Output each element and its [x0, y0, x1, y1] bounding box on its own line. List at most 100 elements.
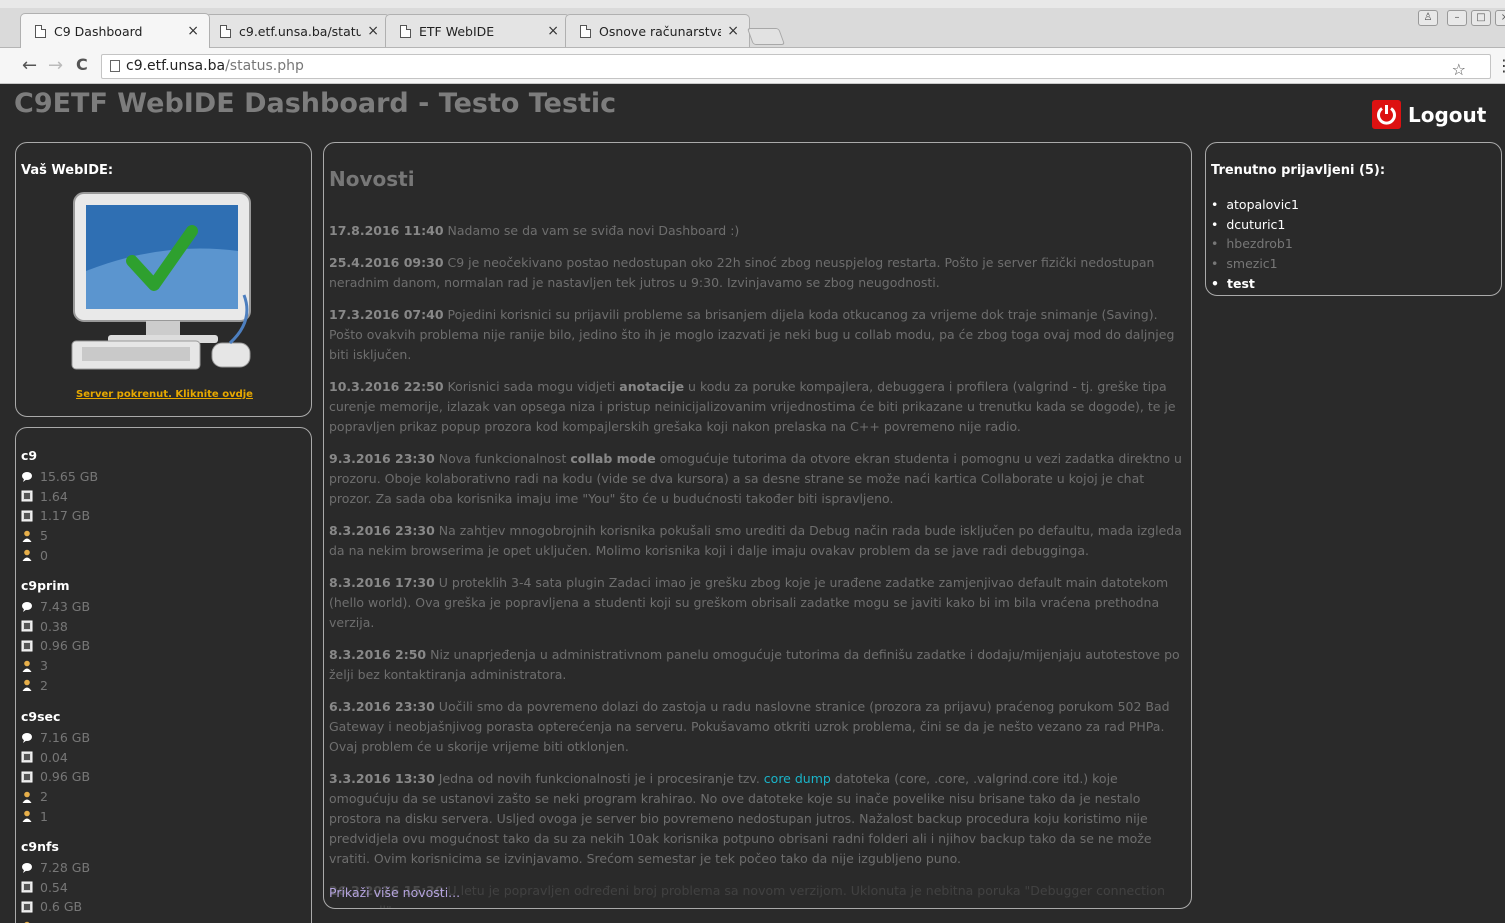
stat-value: 15.65 GB [40, 469, 99, 485]
news-date: 6.3.2016 23:30 [329, 699, 435, 714]
server-stat-mem: 0.96 GB [21, 767, 90, 787]
cpu-icon [21, 490, 33, 502]
memory-icon [21, 510, 33, 522]
close-icon[interactable]: × [187, 23, 199, 39]
stat-value: 7.28 GB [40, 860, 91, 876]
news-list: 17.8.2016 11:40 Nadamo se da vam se sviđ… [329, 221, 1189, 908]
server-stat-disk: 7.43 GB [21, 597, 90, 617]
news-item: 25.4.2016 09:30 C9 je neočekivano postao… [329, 253, 1189, 293]
logout-label: Logout [1408, 102, 1487, 127]
news-date: 25.4.2016 09:30 [329, 255, 444, 270]
stat-value: 2 [40, 789, 48, 805]
minimize-button[interactable]: – [1447, 10, 1467, 26]
online-user[interactable]: test [1211, 273, 1299, 293]
close-icon[interactable]: × [367, 23, 379, 39]
stat-value: 0 [40, 547, 48, 563]
close-window-button[interactable]: × [1495, 10, 1505, 26]
online-users-list: atopalovic1dcuturic1hbezdrob1smezic1test [1211, 195, 1299, 293]
reload-icon[interactable]: C [76, 55, 88, 74]
online-user[interactable]: atopalovic1 [1211, 195, 1299, 215]
tab-2[interactable]: c9.etf.unsa.ba/status. × [205, 14, 390, 47]
browser-menu-icon[interactable]: ⋮ [1496, 56, 1505, 75]
news-text: Na zahtjev mnogobrojnih korisnika pokuša… [329, 523, 1182, 558]
news-item: 8.3.2016 23:30 Na zahtjev mnogobrojnih k… [329, 521, 1189, 561]
cpu-icon [21, 881, 33, 893]
server-stat-users-b: 1 [21, 806, 90, 826]
tab-4[interactable]: Osnove računarstva × [565, 14, 750, 47]
stat-value: 1.64 [40, 488, 68, 504]
stat-value: 3 [40, 658, 48, 674]
server-name: c9prim [21, 578, 70, 593]
news-date: 17.8.2016 11:40 [329, 223, 444, 238]
user-icon [22, 791, 32, 803]
browser-chrome: C9 Dashboard × c9.etf.unsa.ba/status. × ETF … [0, 0, 1505, 84]
news-panel: Novosti 17.8.2016 11:40 Nadamo se da vam… [323, 142, 1192, 909]
stat-value: 1.17 GB [40, 508, 91, 524]
news-item: 8.3.2016 17:30 U proteklih 3-4 sata plug… [329, 573, 1189, 633]
news-text: Niz unaprjeđenja u administrativnom pane… [329, 647, 1180, 682]
page-icon [580, 24, 591, 38]
server-stats-panel: c9 15.65 GB 1.64 1.17 GB 5 0 c9prim 7.43 GB 0.38… [15, 427, 312, 923]
news-date: 10.3.2016 22:50 [329, 379, 444, 394]
page-icon [220, 24, 231, 38]
url-host: c9.etf.unsa.ba [126, 58, 226, 74]
user-icon [22, 660, 32, 672]
disk-icon [22, 732, 32, 743]
online-user[interactable]: smezic1 [1211, 254, 1299, 274]
bookmark-star-icon[interactable]: ☆ [1452, 58, 1466, 81]
server-stat-disk: 7.16 GB [21, 728, 90, 748]
news-date: 8.3.2016 2:50 [329, 647, 427, 662]
online-users-panel: Trenutno prijavljeni (5): atopalovic1dcu… [1205, 142, 1502, 296]
stat-value: 0.38 [40, 618, 68, 634]
back-icon[interactable]: ← [22, 55, 37, 76]
server-stat-users-a: 3 [21, 656, 90, 676]
profile-icon[interactable]: ♙ [1418, 10, 1438, 26]
online-user[interactable]: hbezdrob1 [1211, 234, 1299, 254]
logout-button[interactable]: Logout [1372, 100, 1486, 129]
server-c9nfs: c9nfs 7.28 GB 0.54 0.6 GB [21, 839, 90, 923]
server-stat-disk: 7.28 GB [21, 858, 90, 878]
more-news-link[interactable]: Prikaži više novosti... [329, 885, 460, 900]
stat-value: 0.54 [40, 879, 68, 895]
close-icon[interactable]: × [547, 23, 559, 39]
tab-3[interactable]: ETF WebIDE × [385, 14, 570, 47]
stat-value: 0.6 GB [40, 899, 83, 915]
news-item: 8.3.2016 2:50 Niz unaprjeđenja u adminis… [329, 645, 1189, 685]
server-stat-mem: 1.17 GB [21, 506, 98, 526]
maximize-button[interactable]: □ [1471, 10, 1491, 26]
page-title: C9ETF WebIDE Dashboard - Testo Testic [14, 88, 617, 119]
user-icon [22, 530, 32, 542]
news-text: Nadamo se da vam se sviđa novi Dashboard… [443, 223, 740, 238]
news-item: 10.3.2016 22:50 Korisnici sada mogu vidj… [329, 377, 1189, 437]
news-highlight: core dump [763, 771, 831, 786]
user-icon [22, 549, 32, 562]
server-start-link[interactable]: Server pokrenut. Kliknite ovdje [16, 389, 313, 400]
new-tab-button[interactable] [746, 28, 786, 45]
address-bar[interactable]: c9.etf.unsa.ba/status.php ☆ [101, 54, 1491, 79]
close-icon[interactable]: × [727, 23, 739, 39]
news-text: Nova funkcionalnost [434, 451, 571, 466]
server-stat-mem: 0.6 GB [21, 897, 90, 917]
news-item: 9.3.2016 23:30 Nova funkcionalnost colla… [329, 449, 1189, 509]
news-text: Korisnici sada mogu vidjeti [443, 379, 620, 394]
news-text: U proteklih 3-4 sata plugin Zadaci imao … [329, 575, 1169, 630]
stat-value: 1 [40, 808, 48, 824]
memory-icon [21, 901, 33, 913]
tab-1[interactable]: C9 Dashboard × [20, 13, 210, 48]
server-name: c9nfs [21, 839, 59, 854]
online-user[interactable]: dcuturic1 [1211, 215, 1299, 235]
news-date: 8.3.2016 23:30 [329, 523, 435, 538]
tab-title: ETF WebIDE [419, 23, 495, 39]
server-name: c9sec [21, 709, 61, 724]
server-stat-load: 0.38 [21, 617, 90, 637]
page-icon [35, 24, 46, 38]
news-date: 3.3.2016 13:30 [329, 771, 435, 786]
forward-icon[interactable]: → [48, 55, 63, 76]
cpu-icon [21, 751, 33, 763]
news-text: C9 je neočekivano postao nedostupan oko … [329, 255, 1155, 290]
news-text: Jedna od novih funkcionalnosti je i proc… [434, 771, 764, 786]
news-heading: Novosti [329, 167, 415, 191]
computer-check-icon[interactable] [68, 191, 258, 379]
server-c9: c9 15.65 GB 1.64 1.17 GB 5 0 [21, 448, 98, 565]
news-text: Pojedini korisnici su prijavili probleme… [329, 307, 1175, 362]
